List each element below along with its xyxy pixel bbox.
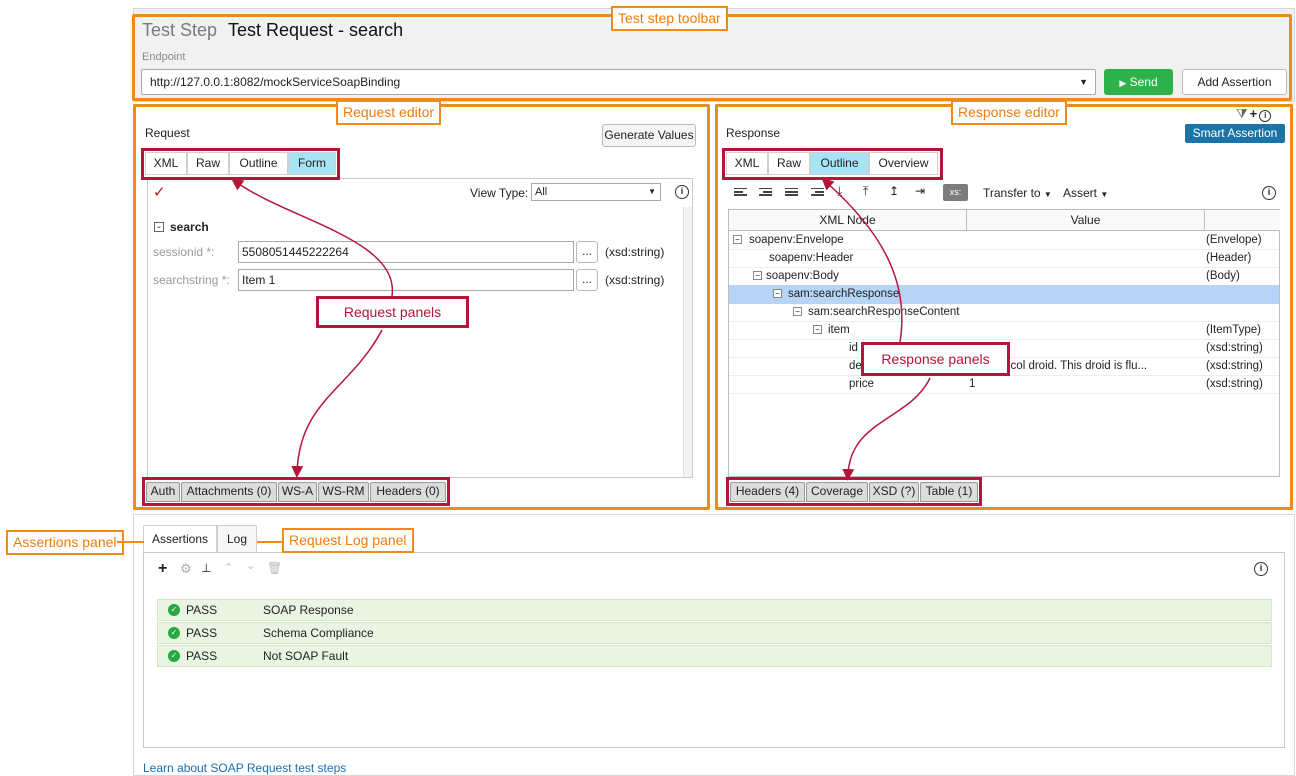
callout-arrows [231, 178, 931, 481]
arrow-to-response-bottom-tabs [842, 377, 931, 481]
arrow-to-response-tabs [821, 178, 903, 343]
arrow-to-request-bottom-tabs [291, 329, 383, 478]
arrow-to-request-tabs [231, 178, 393, 297]
